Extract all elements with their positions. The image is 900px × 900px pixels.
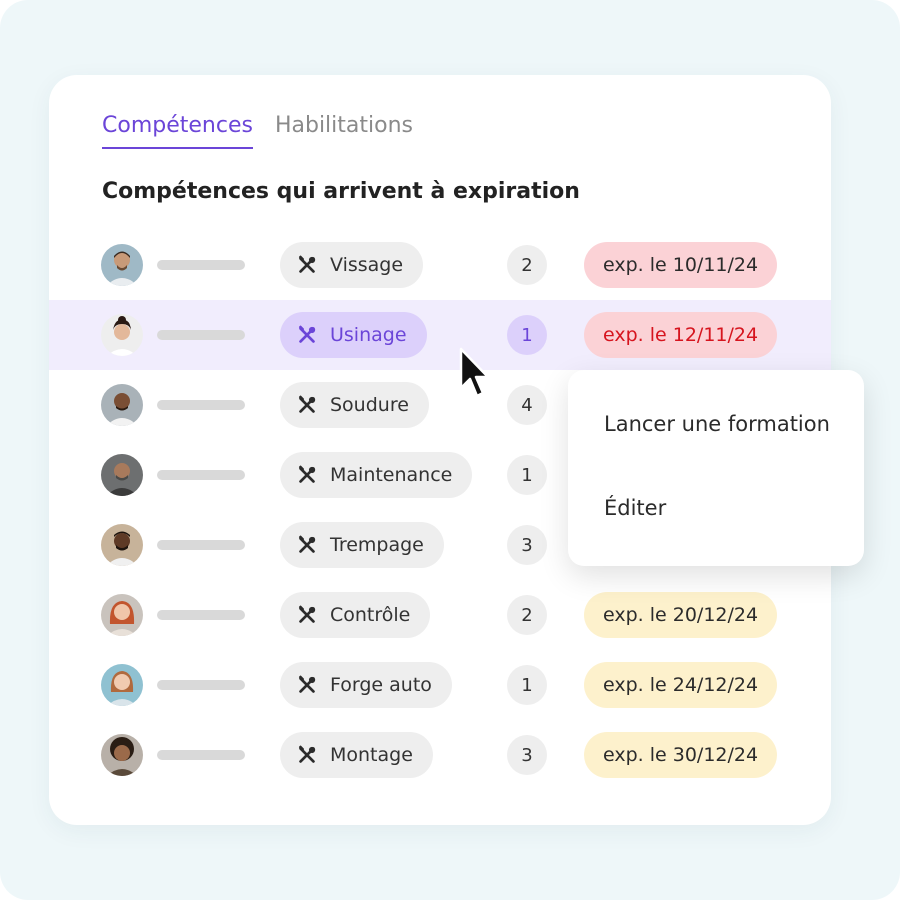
count-badge: 4 (507, 385, 547, 425)
count-badge: 1 (507, 455, 547, 495)
avatar (101, 594, 143, 636)
table-row[interactable]: Montage 3 exp. le 30/12/24 (49, 720, 831, 790)
name-placeholder (157, 330, 245, 340)
count-badge: 2 (507, 595, 547, 635)
expiry-badge: exp. le 10/11/24 (584, 242, 778, 288)
name-placeholder (157, 400, 245, 410)
avatar (101, 384, 143, 426)
avatar (101, 664, 143, 706)
name-placeholder (157, 610, 245, 620)
skill-tag[interactable]: Montage (280, 732, 433, 778)
count-badge: 3 (507, 735, 547, 775)
count-badge: 1 (507, 665, 547, 705)
skill-tag[interactable]: Usinage (280, 312, 427, 358)
menu-item-edit[interactable]: Éditer (604, 496, 666, 520)
tools-icon (298, 535, 316, 553)
tools-icon (298, 675, 316, 693)
avatar (101, 454, 143, 496)
menu-item-start-training[interactable]: Lancer une formation (604, 412, 830, 436)
tools-icon (298, 395, 316, 413)
context-menu: Lancer une formation Éditer (568, 370, 864, 566)
avatar (101, 244, 143, 286)
skill-label: Forge auto (330, 674, 432, 696)
expiry-badge: exp. le 12/11/24 (584, 312, 778, 358)
expiry-badge: exp. le 30/12/24 (584, 732, 778, 778)
count-badge: 3 (507, 525, 547, 565)
tools-icon (298, 605, 316, 623)
name-placeholder (157, 260, 245, 270)
count-badge: 2 (507, 245, 547, 285)
skill-tag[interactable]: Soudure (280, 382, 429, 428)
skill-label: Contrôle (330, 604, 411, 626)
expiry-badge: exp. le 24/12/24 (584, 662, 778, 708)
table-row[interactable]: Contrôle 2 exp. le 20/12/24 (49, 580, 831, 650)
avatar (101, 314, 143, 356)
skill-tag[interactable]: Maintenance (280, 452, 473, 498)
tools-icon (298, 745, 316, 763)
skill-label: Maintenance (330, 464, 453, 486)
tab-bar: Compétences Habilitations (102, 113, 413, 149)
skill-tag[interactable]: Contrôle (280, 592, 431, 638)
avatar (101, 524, 143, 566)
name-placeholder (157, 680, 245, 690)
table-row-selected[interactable]: Usinage 1 exp. le 12/11/24 (49, 300, 831, 370)
count-badge: 1 (507, 315, 547, 355)
skill-label: Vissage (330, 254, 404, 276)
name-placeholder (157, 540, 245, 550)
skill-tag[interactable]: Forge auto (280, 662, 452, 708)
name-placeholder (157, 750, 245, 760)
name-placeholder (157, 470, 245, 480)
tools-icon (298, 465, 316, 483)
background-frame: Compétences Habilitations Compétences qu… (0, 0, 900, 900)
section-title: Compétences qui arrivent à expiration (102, 179, 580, 204)
tab-habilitations[interactable]: Habilitations (275, 113, 413, 149)
expiry-badge: exp. le 20/12/24 (584, 592, 778, 638)
table-row[interactable]: Vissage 2 exp. le 10/11/24 (49, 230, 831, 300)
skill-label: Montage (330, 744, 413, 766)
skill-label: Usinage (330, 324, 407, 346)
tab-competences[interactable]: Compétences (102, 113, 253, 149)
tools-icon (298, 325, 316, 343)
skill-tag[interactable]: Trempage (280, 522, 444, 568)
tools-icon (298, 255, 316, 273)
skill-label: Soudure (330, 394, 409, 416)
cursor-arrow-icon (459, 347, 490, 398)
skill-label: Trempage (330, 534, 424, 556)
table-row[interactable]: Forge auto 1 exp. le 24/12/24 (49, 650, 831, 720)
avatar (101, 734, 143, 776)
skill-tag[interactable]: Vissage (280, 242, 424, 288)
